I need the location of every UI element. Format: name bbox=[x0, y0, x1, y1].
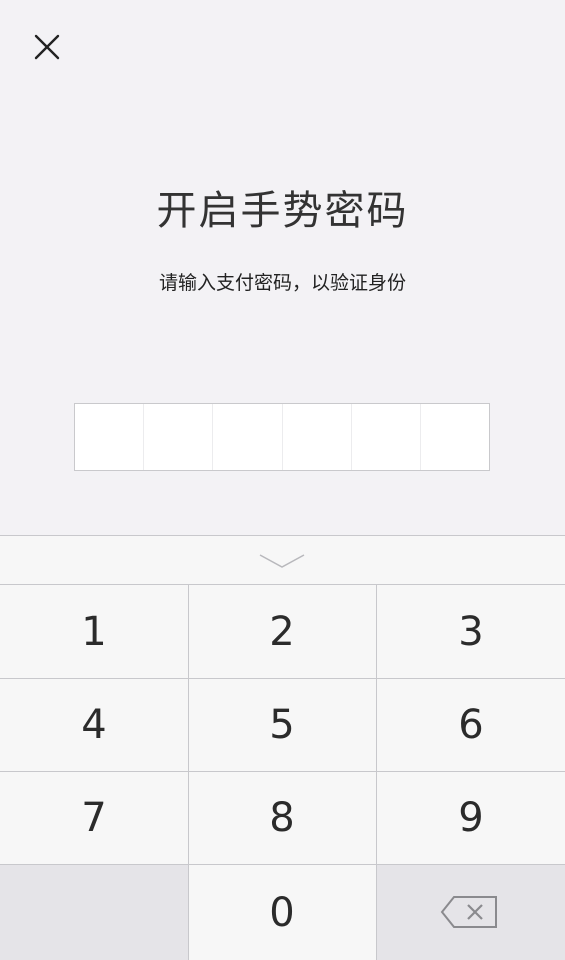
key-0[interactable]: 0 bbox=[188, 865, 376, 960]
screen: 开启手势密码 请输入支付密码，以验证身份 1 2 3 4 5 6 7 8 9 0 bbox=[0, 0, 565, 960]
keyboard-divider bbox=[376, 585, 377, 960]
close-button[interactable] bbox=[22, 22, 70, 70]
pin-cell bbox=[213, 404, 283, 470]
key-8[interactable]: 8 bbox=[188, 771, 376, 864]
key-2[interactable]: 2 bbox=[188, 585, 376, 678]
key-7[interactable]: 7 bbox=[0, 771, 188, 864]
key-1[interactable]: 1 bbox=[0, 585, 188, 678]
pin-cell bbox=[283, 404, 352, 470]
page-title: 开启手势密码 bbox=[156, 188, 409, 234]
keyboard-collapse-button[interactable] bbox=[0, 536, 565, 585]
chevron-down-icon bbox=[259, 554, 305, 568]
backspace-icon bbox=[440, 896, 497, 928]
page-subtitle: 请输入支付密码，以验证身份 bbox=[158, 272, 406, 294]
pin-cell bbox=[75, 404, 145, 470]
key-9[interactable]: 9 bbox=[377, 771, 565, 864]
key-4[interactable]: 4 bbox=[0, 678, 188, 771]
pin-input[interactable] bbox=[74, 403, 490, 471]
key-blank bbox=[0, 865, 188, 960]
pin-cell bbox=[144, 404, 214, 470]
close-icon bbox=[34, 34, 60, 60]
key-5[interactable]: 5 bbox=[188, 678, 376, 771]
pin-cell bbox=[421, 404, 489, 470]
key-3[interactable]: 3 bbox=[377, 585, 565, 678]
keyboard-divider bbox=[0, 678, 565, 679]
key-6[interactable]: 6 bbox=[377, 678, 565, 771]
keyboard-divider bbox=[0, 771, 565, 772]
keyboard-divider bbox=[188, 585, 189, 960]
keyboard-divider bbox=[0, 864, 565, 865]
pin-cell bbox=[352, 404, 421, 470]
